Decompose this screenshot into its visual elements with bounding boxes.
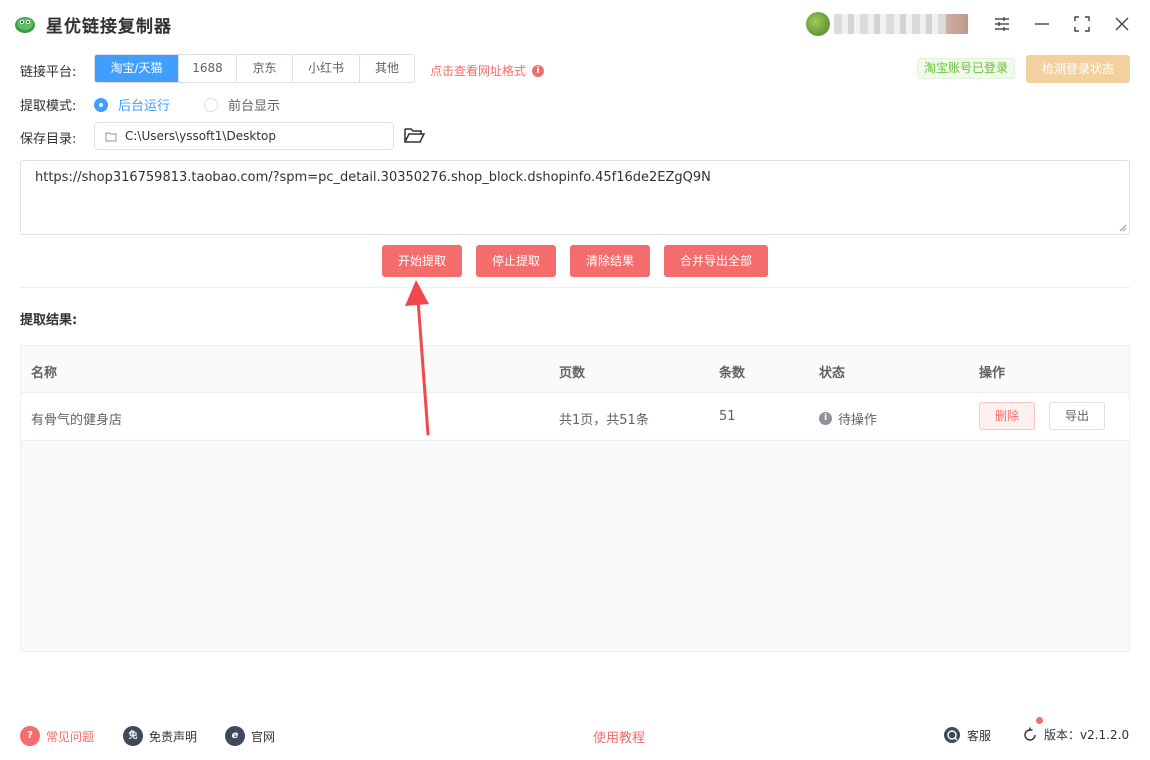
faq-label: 常见问题 xyxy=(46,729,95,744)
disclaimer-icon: 免 xyxy=(123,726,143,746)
resize-grip-icon[interactable] xyxy=(1119,224,1127,232)
url-format-help-link[interactable]: 点击查看网址格式 i xyxy=(430,62,545,79)
save-dir-label: 保存目录: xyxy=(20,132,77,147)
open-folder-icon[interactable] xyxy=(403,125,425,145)
user-name-blurred[interactable] xyxy=(834,14,968,34)
column-pages: 页数 xyxy=(559,366,586,381)
results-title: 提取结果: xyxy=(20,313,78,328)
customer-service-label: 客服 xyxy=(967,728,992,743)
footer: ? 常见问题 免 免责声明 e 官网 使用教程 客服 版本：v2.1.2.0 xyxy=(0,712,1150,760)
help-link-label: 点击查看网址格式 xyxy=(430,64,527,78)
chat-bubble-icon xyxy=(944,727,960,743)
radio-foreground-mode[interactable]: 前台显示 xyxy=(204,95,280,114)
check-login-button[interactable]: 检测登录状态 xyxy=(1026,55,1130,83)
tab-taobao[interactable]: 淘宝/天猫 xyxy=(95,55,179,82)
platform-tabs: 淘宝/天猫 1688 京东 小红书 其他 xyxy=(94,54,415,83)
start-extract-button[interactable]: 开始提取 xyxy=(382,245,462,277)
save-dir-input[interactable]: C:\Users\yssoft1\Desktop xyxy=(94,122,394,150)
row-name: 有骨气的健身店 xyxy=(31,413,123,428)
customer-service-link[interactable]: 客服 xyxy=(943,726,991,744)
ie-browser-icon: e xyxy=(225,726,245,746)
maximize-icon[interactable] xyxy=(1070,12,1094,36)
app-title: 星优链接复制器 xyxy=(46,17,172,37)
question-icon: ? xyxy=(20,726,40,746)
website-link[interactable]: e 官网 xyxy=(225,726,275,746)
table-row: 有骨气的健身店 共1页，共51条 51 i 待操作 删除 导出 xyxy=(21,393,1129,441)
version-info[interactable]: 版本：v2.1.2.0 xyxy=(1022,717,1130,743)
merge-export-all-button[interactable]: 合并导出全部 xyxy=(664,245,768,277)
close-icon[interactable] xyxy=(1110,12,1134,36)
update-dot xyxy=(1036,717,1043,724)
results-table: 名称 页数 条数 状态 操作 有骨气的健身店 共1页，共51条 51 i 待操作… xyxy=(20,345,1130,652)
radio-unchecked-icon xyxy=(204,97,218,112)
row-status: i 待操作 xyxy=(819,409,877,428)
radio-background-mode[interactable]: 后台运行 xyxy=(94,95,170,114)
divider xyxy=(20,287,1130,288)
website-label: 官网 xyxy=(251,729,276,744)
save-dir-value: C:\Users\yssoft1\Desktop xyxy=(125,129,276,143)
url-text: https://shop316759813.taobao.com/?spm=pc… xyxy=(35,170,711,185)
info-icon: i xyxy=(532,64,545,77)
row-pages: 共1页，共51条 xyxy=(559,413,649,428)
folder-icon xyxy=(105,132,117,141)
column-count: 条数 xyxy=(719,366,746,381)
app-logo-icon xyxy=(15,17,35,33)
tutorial-link[interactable]: 使用教程 xyxy=(593,727,645,746)
info-icon: i xyxy=(819,412,832,425)
row-status-text: 待操作 xyxy=(838,413,878,428)
clear-results-button[interactable]: 清除结果 xyxy=(570,245,650,277)
login-status-tag: 淘宝账号已登录 xyxy=(917,58,1016,79)
stop-extract-button[interactable]: 停止提取 xyxy=(476,245,556,277)
tab-xiaohongshu[interactable]: 小红书 xyxy=(293,55,360,82)
export-row-button[interactable]: 导出 xyxy=(1049,402,1105,430)
faq-link[interactable]: ? 常见问题 xyxy=(20,726,94,746)
tab-jd[interactable]: 京东 xyxy=(237,55,293,82)
title-bar: 星优链接复制器 xyxy=(0,0,1150,48)
refresh-icon xyxy=(1024,727,1036,741)
radio-checked-icon xyxy=(94,97,108,112)
column-status: 状态 xyxy=(819,366,846,381)
tab-1688[interactable]: 1688 xyxy=(179,55,237,82)
radio-label: 前台显示 xyxy=(228,99,281,114)
url-textarea[interactable]: https://shop316759813.taobao.com/?spm=pc… xyxy=(20,160,1130,235)
user-avatar[interactable] xyxy=(806,12,830,36)
disclaimer-label: 免责声明 xyxy=(149,729,198,744)
platform-label: 链接平台: xyxy=(20,65,77,80)
disclaimer-link[interactable]: 免 免责声明 xyxy=(123,726,197,746)
annotation-arrow-icon xyxy=(405,280,430,436)
version-label: 版本：v2.1.2.0 xyxy=(1044,728,1130,742)
column-actions: 操作 xyxy=(979,366,1006,381)
column-name: 名称 xyxy=(31,366,58,381)
delete-row-button[interactable]: 删除 xyxy=(979,402,1035,430)
tab-other[interactable]: 其他 xyxy=(360,55,414,82)
minimize-icon[interactable] xyxy=(1030,12,1054,36)
settings-sliders-icon[interactable] xyxy=(990,12,1014,36)
mode-label: 提取模式: xyxy=(20,99,77,114)
radio-label: 后台运行 xyxy=(118,99,171,114)
table-header: 名称 页数 条数 状态 操作 xyxy=(21,346,1129,393)
row-count: 51 xyxy=(719,409,736,424)
